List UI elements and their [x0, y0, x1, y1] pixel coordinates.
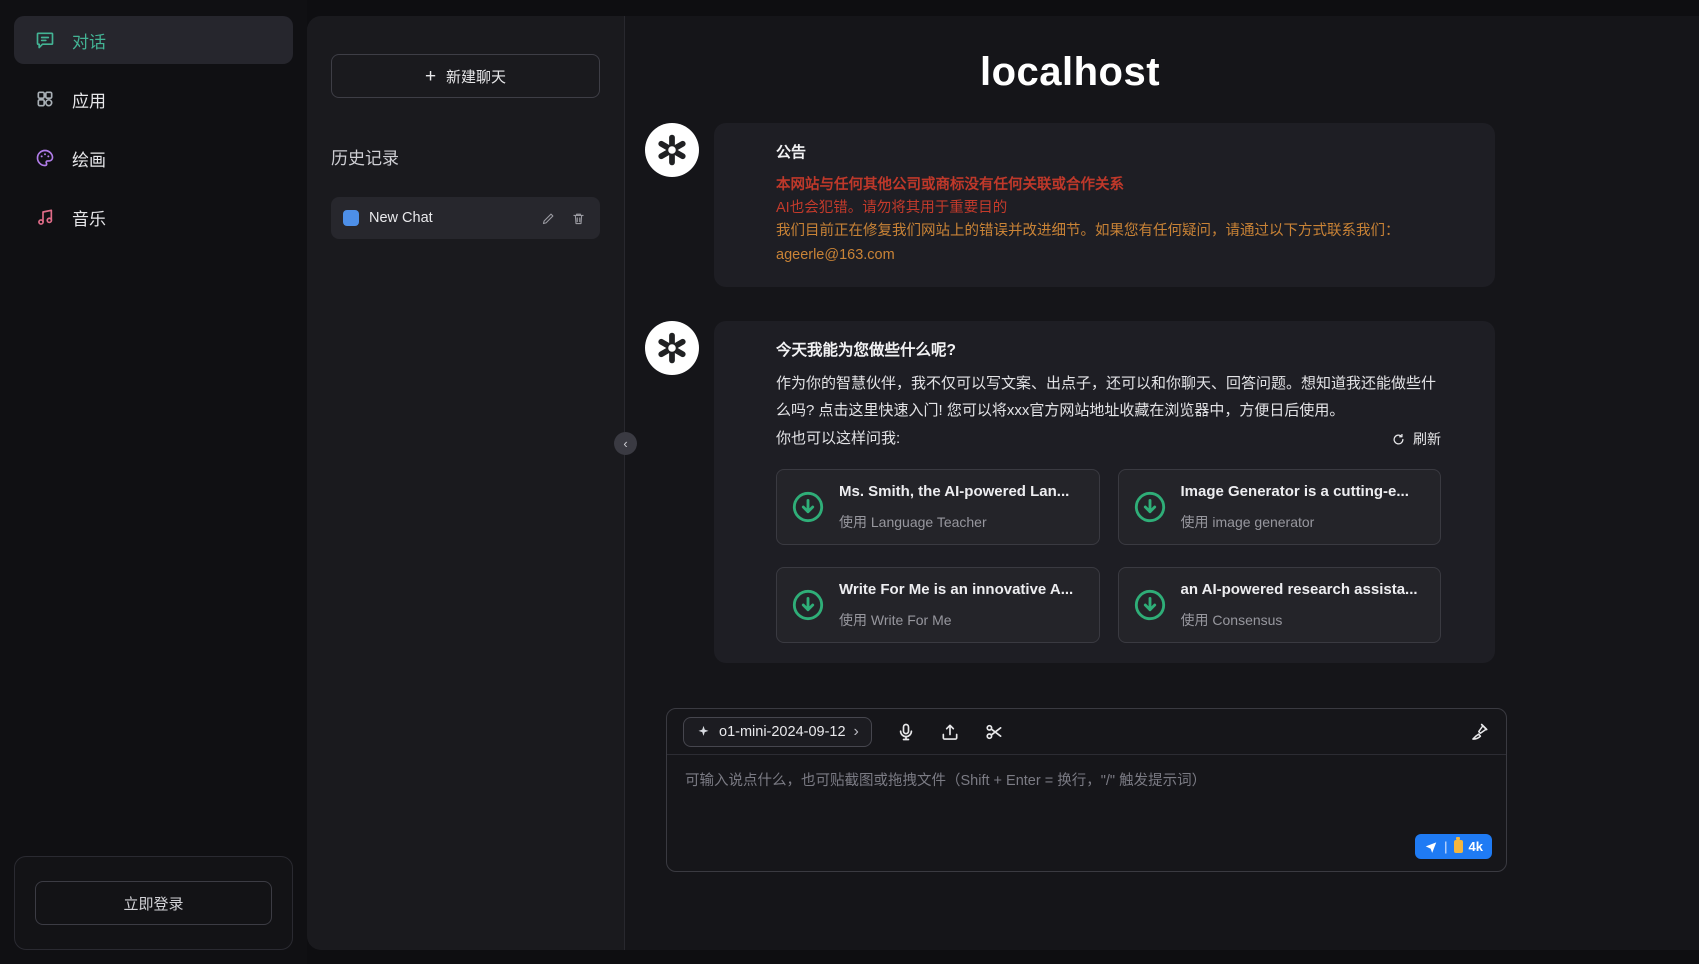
- pencil-icon: [541, 211, 556, 226]
- assistant-avatar: [645, 321, 699, 375]
- welcome-body: 作为你的智慧伙伴，我不仅可以写文案、出点子，还可以和你聊天、回答问题。想知道我还…: [776, 370, 1441, 426]
- chat-message-area: localhost: [625, 16, 1699, 704]
- suggestion-card[interactable]: Ms. Smith, the AI-powered Lan... 使用 Lang…: [776, 469, 1100, 545]
- announcement-line2: AI也会犯错。请勿将其用于重要目的: [776, 197, 1441, 220]
- composer: o1-mini-2024-09-12 ›: [666, 708, 1507, 872]
- sidebar-item-music[interactable]: 音乐: [14, 193, 293, 241]
- chat-bubble-icon: [34, 29, 56, 51]
- login-button[interactable]: 立即登录: [35, 881, 272, 925]
- refresh-icon: [1391, 432, 1406, 447]
- sidebar-item-apps[interactable]: 应用: [14, 75, 293, 123]
- composer-toolbar: o1-mini-2024-09-12 ›: [667, 709, 1506, 755]
- badge-divider: |: [1444, 839, 1447, 854]
- app-window: 对话 应用 绘画 音乐 立即登录 +: [0, 0, 1699, 964]
- model-label: o1-mini-2024-09-12: [719, 724, 846, 740]
- suggestion-text: Image Generator is a cutting-e... 使用 ima…: [1181, 480, 1409, 533]
- announcement-bubble: 公告 本网站与任何其他公司或商标没有任何关联或合作关系 AI也会犯错。请勿将其用…: [714, 123, 1495, 287]
- suggestion-card[interactable]: an AI-powered research assista... 使用 Con…: [1118, 567, 1442, 643]
- sidebar-item-label: 绘画: [72, 146, 106, 171]
- send-plane-icon: [1424, 840, 1438, 854]
- composer-body: | 4k: [667, 755, 1506, 871]
- assistant-avatar: [645, 123, 699, 177]
- apps-grid-icon: [34, 88, 56, 110]
- suggestion-card[interactable]: Image Generator is a cutting-e... 使用 ima…: [1118, 469, 1442, 545]
- suggestion-subtitle: 使用 Consensus: [1181, 609, 1418, 631]
- collapse-sidebar-button[interactable]: ‹: [614, 432, 637, 455]
- login-panel: 立即登录: [14, 856, 293, 950]
- arrow-down-circle-icon: [1133, 490, 1167, 524]
- send-button[interactable]: | 4k: [1415, 834, 1492, 859]
- welcome-bubble: 今天我能为您做些什么呢? 作为你的智慧伙伴，我不仅可以写文案、出点子，还可以和你…: [714, 321, 1495, 663]
- suggestion-title: an AI-powered research assista...: [1181, 578, 1418, 602]
- scissors-icon: [984, 722, 1004, 742]
- edit-chat-button[interactable]: [538, 211, 558, 226]
- sidebar-item-drawing[interactable]: 绘画: [14, 134, 293, 182]
- new-chat-label: 新建聊天: [446, 66, 506, 87]
- sidebar-item-chat[interactable]: 对话: [14, 16, 293, 64]
- microphone-button[interactable]: [896, 722, 916, 742]
- suggestion-subtitle: 使用 image generator: [1181, 511, 1409, 533]
- token-icon: [1454, 840, 1463, 853]
- suggestion-title: Ms. Smith, the AI-powered Lan...: [839, 480, 1069, 504]
- chevron-left-icon: ‹: [623, 436, 627, 451]
- content-panel: + 新建聊天 历史记录 New Chat ‹ localhost: [307, 16, 1699, 950]
- sidebar-item-label: 音乐: [72, 205, 106, 230]
- announcement-line3: 我们目前正在修复我们网站上的错误并改进细节。如果您有任何疑问，请通过以下方式联系…: [776, 220, 1441, 243]
- suggestion-text: Ms. Smith, the AI-powered Lan... 使用 Lang…: [839, 480, 1069, 533]
- welcome-message: 今天我能为您做些什么呢? 作为你的智慧伙伴，我不仅可以写文案、出点子，还可以和你…: [645, 321, 1495, 663]
- suggestion-subtitle: 使用 Language Teacher: [839, 511, 1069, 533]
- ask-hint: 你也可以这样问我:: [776, 427, 900, 451]
- model-selector[interactable]: o1-mini-2024-09-12 ›: [683, 717, 872, 747]
- arrow-down-circle-icon: [791, 588, 825, 622]
- message-input[interactable]: [683, 767, 1490, 839]
- arrow-down-circle-icon: [1133, 588, 1167, 622]
- upload-icon: [940, 722, 960, 742]
- page-title: localhost: [645, 50, 1495, 95]
- refresh-suggestions-button[interactable]: 刷新: [1391, 428, 1441, 450]
- music-note-icon: [34, 206, 56, 228]
- openai-logo-icon: [654, 132, 690, 168]
- microphone-icon: [896, 722, 916, 742]
- chat-item-icon: [343, 210, 359, 226]
- trash-icon: [571, 211, 586, 226]
- chat-item-title: New Chat: [369, 210, 528, 226]
- suggestion-title: Write For Me is an innovative A...: [839, 578, 1073, 602]
- sidebar-item-label: 应用: [72, 87, 106, 112]
- suggestion-card[interactable]: Write For Me is an innovative A... 使用 Wr…: [776, 567, 1100, 643]
- refresh-label: 刷新: [1413, 428, 1441, 450]
- announcement-message: 公告 本网站与任何其他公司或商标没有任何关联或合作关系 AI也会犯错。请勿将其用…: [645, 123, 1495, 287]
- chevron-right-icon: ›: [854, 724, 859, 740]
- suggestion-text: an AI-powered research assista... 使用 Con…: [1181, 578, 1418, 631]
- announcement-title: 公告: [776, 141, 1441, 165]
- announcement-line1: 本网站与任何其他公司或商标没有任何关联或合作关系: [776, 174, 1441, 197]
- token-count: 4k: [1469, 839, 1483, 854]
- upload-button[interactable]: [940, 722, 960, 742]
- sidebar-item-label: 对话: [72, 28, 106, 53]
- delete-chat-button[interactable]: [568, 211, 588, 226]
- contact-email-link[interactable]: ageerle@163.com: [776, 244, 1441, 267]
- chat-list-panel: + 新建聊天 历史记录 New Chat: [307, 16, 625, 950]
- palette-icon: [34, 147, 56, 169]
- broom-icon: [1470, 722, 1490, 742]
- plus-icon: +: [425, 67, 436, 86]
- screenshot-button[interactable]: [984, 722, 1004, 742]
- sidebar: 对话 应用 绘画 音乐 立即登录: [0, 0, 307, 964]
- new-chat-button[interactable]: + 新建聊天: [331, 54, 600, 98]
- arrow-down-circle-icon: [791, 490, 825, 524]
- suggestion-text: Write For Me is an innovative A... 使用 Wr…: [839, 578, 1073, 631]
- suggestion-title: Image Generator is a cutting-e...: [1181, 480, 1409, 504]
- chat-list-item[interactable]: New Chat: [331, 197, 600, 239]
- hint-row: 你也可以这样问我: 刷新: [776, 427, 1441, 451]
- welcome-title: 今天我能为您做些什么呢?: [776, 339, 1441, 364]
- suggestion-grid: Ms. Smith, the AI-powered Lan... 使用 Lang…: [776, 469, 1441, 643]
- suggestion-subtitle: 使用 Write For Me: [839, 609, 1073, 631]
- sparkle-icon: [696, 724, 711, 739]
- chat-main: localhost: [625, 16, 1699, 950]
- history-title: 历史记录: [331, 144, 600, 169]
- clear-context-button[interactable]: [1470, 722, 1490, 742]
- openai-logo-icon: [654, 330, 690, 366]
